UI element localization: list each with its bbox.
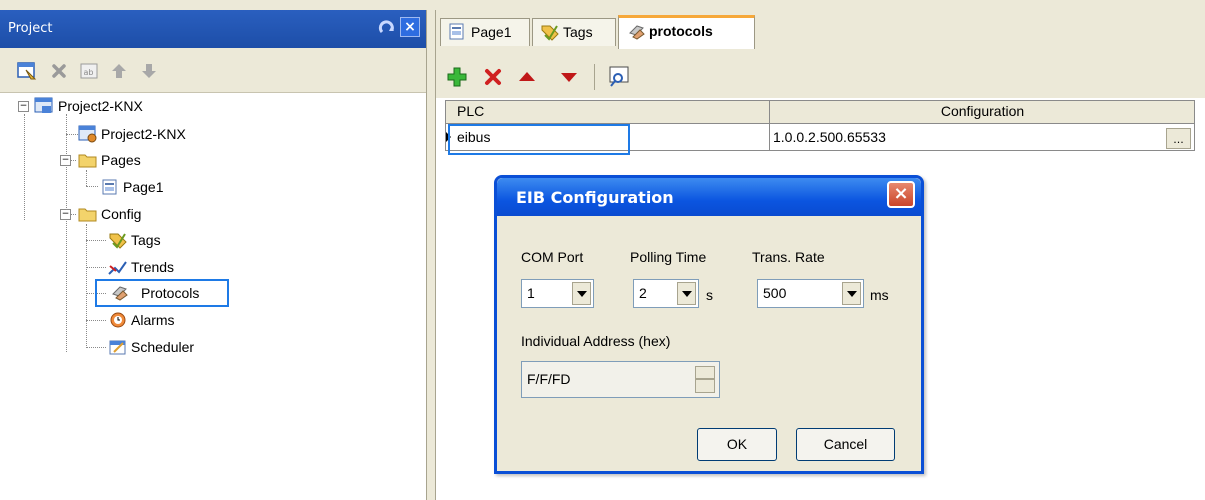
polling-time-select[interactable]: 2 xyxy=(633,279,699,308)
tree-line xyxy=(24,114,25,220)
tree-item-alarms[interactable]: Alarms xyxy=(131,312,175,328)
collapse-toggle[interactable]: − xyxy=(18,101,29,112)
com-port-label: COM Port xyxy=(521,249,584,265)
toolbar-separator xyxy=(594,64,595,90)
tree-line xyxy=(66,114,67,352)
individual-address-input[interactable]: F/F/FD xyxy=(521,361,720,398)
tree-item-protocols[interactable]: Protocols xyxy=(141,285,199,301)
move-up-icon[interactable] xyxy=(108,60,130,82)
remove-icon[interactable] xyxy=(482,66,504,88)
move-down-icon[interactable] xyxy=(558,66,580,88)
project-icon xyxy=(34,97,54,115)
tree-line xyxy=(86,267,106,268)
tab-protocols[interactable]: protocols xyxy=(618,15,755,49)
chevron-down-icon[interactable] xyxy=(572,282,591,305)
scheduler-icon xyxy=(108,338,128,356)
tags-icon xyxy=(108,231,128,249)
tree-item-trends[interactable]: Trends xyxy=(131,259,174,275)
trans-rate-select[interactable]: 500 xyxy=(757,279,864,308)
delete-icon[interactable] xyxy=(48,60,70,82)
tree-line xyxy=(66,134,78,135)
close-panel-icon[interactable]: × xyxy=(400,17,420,37)
tab-label: protocols xyxy=(649,23,713,39)
tab-label: Tags xyxy=(563,24,593,40)
spin-down-icon[interactable] xyxy=(695,379,715,393)
project-panel-title: Project xyxy=(8,21,53,36)
protocols-icon xyxy=(110,284,130,302)
tree-line xyxy=(86,170,87,186)
ok-button[interactable]: OK xyxy=(697,428,777,461)
browse-button[interactable]: ... xyxy=(1166,128,1191,149)
trans-rate-unit-label: ms xyxy=(870,287,889,303)
spin-up-icon[interactable] xyxy=(695,366,715,379)
alarms-icon xyxy=(108,311,128,329)
collapse-toggle[interactable]: − xyxy=(60,155,71,166)
move-down-icon[interactable] xyxy=(138,60,160,82)
tree-line xyxy=(86,240,106,241)
tab-label: Page1 xyxy=(471,24,512,40)
polling-time-value: 2 xyxy=(639,285,647,301)
tree-line xyxy=(86,186,98,187)
tags-icon xyxy=(540,23,560,49)
com-port-value: 1 xyxy=(527,285,535,301)
dialog-close-icon[interactable]: × xyxy=(887,181,915,208)
tree-item-pages[interactable]: Pages xyxy=(101,152,141,168)
trans-rate-value: 500 xyxy=(763,285,787,301)
column-header-configuration[interactable]: Configuration xyxy=(770,100,1195,124)
cancel-button[interactable]: Cancel xyxy=(796,428,895,461)
tree-item-config[interactable]: Config xyxy=(101,206,141,222)
panel-splitter[interactable] xyxy=(426,10,436,500)
trans-rate-label: Trans. Rate xyxy=(752,249,825,265)
trends-icon xyxy=(108,258,128,276)
collapse-toggle[interactable]: − xyxy=(60,209,71,220)
move-up-icon[interactable] xyxy=(516,66,538,88)
chevron-down-icon[interactable] xyxy=(677,282,696,305)
tree-item-tags[interactable]: Tags xyxy=(131,232,161,248)
svg-text:ab: ab xyxy=(84,68,94,77)
pin-icon[interactable] xyxy=(378,18,398,38)
project-settings-icon xyxy=(78,125,98,143)
tree-line xyxy=(86,224,87,348)
polling-unit-label: s xyxy=(706,287,713,303)
page-icon xyxy=(448,23,466,49)
page-icon xyxy=(100,178,120,196)
tab-tags[interactable]: Tags xyxy=(532,18,616,46)
tree-item-project-root[interactable]: Project2-KNX xyxy=(58,98,143,114)
tree-item-page1[interactable]: Page1 xyxy=(123,179,163,195)
com-port-select[interactable]: 1 xyxy=(521,279,594,308)
tree-item-project[interactable]: Project2-KNX xyxy=(101,126,186,142)
chevron-down-icon[interactable] xyxy=(842,282,861,305)
tree-line xyxy=(86,320,106,321)
individual-address-label: Individual Address (hex) xyxy=(521,333,671,349)
polling-time-label: Polling Time xyxy=(630,249,707,265)
protocols-icon xyxy=(627,23,647,49)
tree-item-scheduler[interactable]: Scheduler xyxy=(131,339,194,355)
tab-page1[interactable]: Page1 xyxy=(440,18,530,46)
tree-line xyxy=(86,347,106,348)
properties-icon[interactable] xyxy=(16,60,38,82)
add-icon[interactable] xyxy=(446,66,468,88)
cell-configuration[interactable]: 1.0.0.2.500.65533 xyxy=(770,124,1195,151)
individual-address-value: F/F/FD xyxy=(527,371,571,387)
protocols-toolbar xyxy=(436,58,1205,99)
preview-icon[interactable] xyxy=(607,65,631,89)
column-header-plc[interactable]: PLC xyxy=(445,100,770,124)
folder-icon xyxy=(78,151,98,169)
selection-highlight xyxy=(448,124,630,155)
dialog-title: EIB Configuration xyxy=(516,188,674,207)
rename-icon[interactable]: ab xyxy=(78,60,100,82)
project-panel-header xyxy=(0,10,426,48)
folder-icon xyxy=(78,205,98,223)
